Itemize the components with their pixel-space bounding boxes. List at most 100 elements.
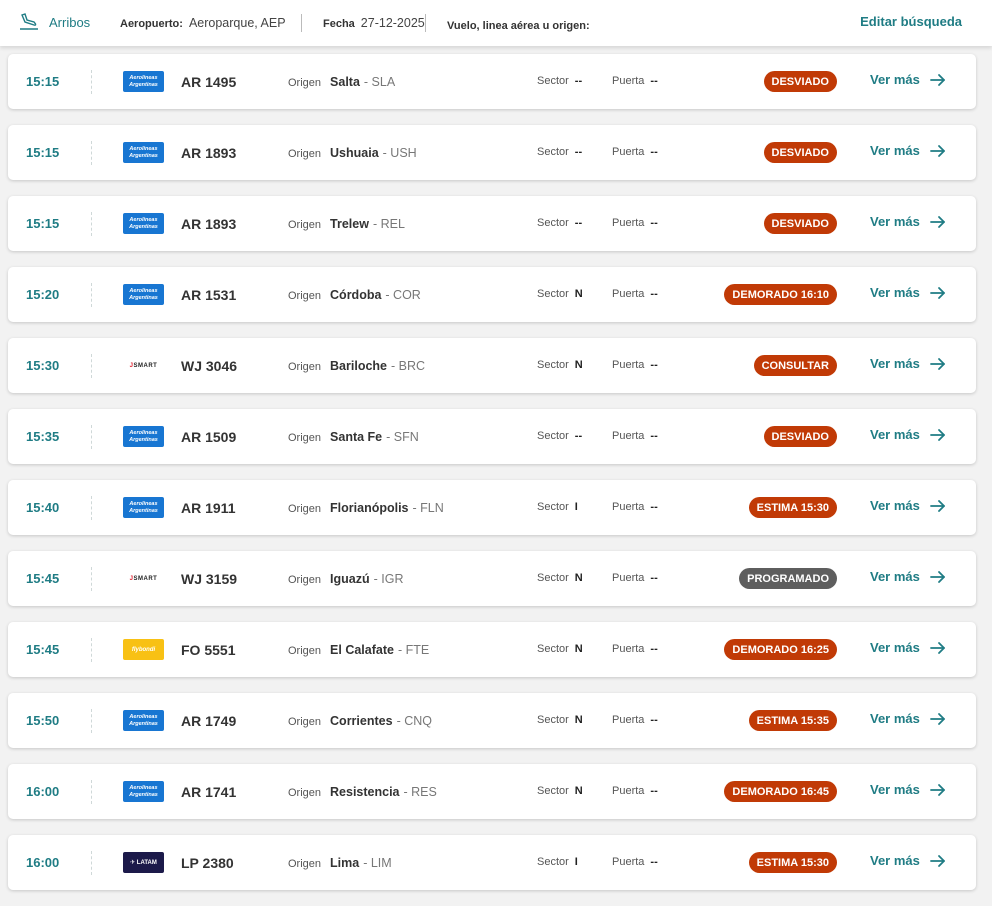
- gate-label: Puerta: [612, 430, 645, 442]
- origin-code: - BRC: [391, 359, 426, 373]
- airport-label: Aeropuerto:: [120, 18, 183, 30]
- see-more-link[interactable]: Ver más: [870, 853, 946, 868]
- see-more-link[interactable]: Ver más: [870, 640, 946, 655]
- flight-row[interactable]: 15:20 Aerolineas Argentinas AR 1531 Origen Có…: [8, 267, 976, 322]
- gate-value: --: [650, 146, 658, 158]
- sector-value: N: [574, 288, 583, 300]
- origin-label: Origen: [288, 219, 322, 231]
- origin-city: Iguazú: [330, 572, 370, 586]
- sector-label: Sector: [537, 785, 569, 797]
- gate: Puerta --: [612, 501, 658, 513]
- divider: [91, 851, 92, 875]
- flight-row[interactable]: 15:50 Aerolineas Argentinas AR 1749 Origen Co…: [8, 693, 976, 748]
- sector-label: Sector: [537, 288, 569, 300]
- see-more-link[interactable]: Ver más: [870, 569, 946, 584]
- origin-label: Origen: [288, 645, 322, 657]
- gate: Puerta --: [612, 785, 658, 797]
- see-more-label: Ver más: [870, 782, 920, 797]
- sector: Sector I: [537, 856, 578, 868]
- origin-code: - CNQ: [396, 714, 432, 728]
- status-badge: ESTIMA 15:30: [748, 852, 837, 873]
- see-more-link[interactable]: Ver más: [870, 214, 946, 229]
- flight-row[interactable]: 16:00 Aerolineas Argentinas AR 1741 Origen Re…: [8, 764, 976, 819]
- see-more-label: Ver más: [870, 356, 920, 371]
- gate: Puerta --: [612, 146, 658, 158]
- flight-row[interactable]: 16:00 ✈ LATAM LP 2380 Origen Lima - LIM Sector…: [8, 835, 976, 890]
- status-badge: DEMORADO 16:25: [724, 639, 837, 660]
- see-more-link[interactable]: Ver más: [870, 356, 946, 371]
- status-badge: ESTIMA 15:35: [748, 710, 837, 731]
- arrival-time: 15:35: [26, 429, 60, 444]
- date-filter: Fecha 27-12-2025: [323, 16, 425, 30]
- flight-number: AR 1531: [181, 287, 237, 303]
- gate-label: Puerta: [612, 643, 645, 655]
- flight-number: AR 1495: [181, 74, 237, 90]
- sector-value: N: [574, 572, 583, 584]
- origin-code: - FTE: [397, 643, 430, 657]
- divider: [91, 212, 92, 236]
- sector: Sector N: [537, 288, 583, 300]
- arrow-right-icon: [929, 570, 945, 583]
- origin: Origen Corrientes - CNQ: [288, 714, 432, 728]
- sector: Sector --: [537, 430, 582, 442]
- see-more-link[interactable]: Ver más: [870, 72, 946, 87]
- sector: Sector N: [537, 643, 583, 655]
- see-more-link[interactable]: Ver más: [870, 498, 946, 513]
- gate-value: --: [650, 714, 658, 726]
- see-more-link[interactable]: Ver más: [870, 782, 946, 797]
- arrow-right-icon: [929, 783, 945, 796]
- origin-code: - REL: [372, 217, 405, 231]
- flight-row[interactable]: 15:45 flybondi FO 5551 Origen El Calafate - F…: [8, 622, 976, 677]
- aerolineas-argentinas-logo: Aerolineas Argentinas: [123, 426, 164, 447]
- see-more-link[interactable]: Ver más: [870, 285, 946, 300]
- origin: Origen Lima - LIM: [288, 856, 392, 870]
- see-more-link[interactable]: Ver más: [870, 711, 946, 726]
- origin: Origen Iguazú - IGR: [288, 572, 403, 586]
- origin-code: - LIM: [363, 856, 392, 870]
- see-more-label: Ver más: [870, 214, 920, 229]
- sector-value: --: [574, 146, 583, 158]
- search-filter: Vuelo, linea aérea u origen:: [447, 16, 590, 34]
- flight-row[interactable]: 15:15 Aerolineas Argentinas AR 1893 Origen Us…: [8, 125, 976, 180]
- gate-label: Puerta: [612, 359, 645, 371]
- sector-value: --: [574, 217, 583, 229]
- origin-city: Ushuaia: [330, 146, 379, 160]
- gate-label: Puerta: [612, 856, 645, 868]
- aerolineas-argentinas-logo: Aerolineas Argentinas: [123, 781, 164, 802]
- status-badge: DESVIADO: [763, 213, 837, 234]
- flight-row[interactable]: 15:45 JSMART WJ 3159 Origen Iguazú - IGR Secto…: [8, 551, 976, 606]
- see-more-label: Ver más: [870, 498, 920, 513]
- jetsmart-logo: JSMART: [129, 575, 158, 582]
- origin-city: Bariloche: [330, 359, 387, 373]
- origin-label: Origen: [288, 290, 322, 302]
- flight-row[interactable]: 15:40 Aerolineas Argentinas AR 1911 Origen Fl…: [8, 480, 976, 535]
- origin: Origen Bariloche - BRC: [288, 359, 425, 373]
- origin-label: Origen: [288, 432, 322, 444]
- arrivals-label: Arribos: [49, 14, 91, 30]
- see-more-link[interactable]: Ver más: [870, 143, 946, 158]
- jetsmart-logo: JSMART: [129, 362, 158, 369]
- sector: Sector N: [537, 572, 583, 584]
- aerolineas-argentinas-logo: Aerolineas Argentinas: [123, 497, 164, 518]
- sector-label: Sector: [537, 217, 569, 229]
- divider: [91, 709, 92, 733]
- flight-row[interactable]: 15:35 Aerolineas Argentinas AR 1509 Origen Sa…: [8, 409, 976, 464]
- arrow-right-icon: [929, 215, 945, 228]
- edit-search-button[interactable]: Editar búsqueda: [860, 14, 962, 29]
- search-summary-bar: Arribos Aeropuerto: Aeroparque, AEP Fech…: [0, 0, 992, 46]
- arrivals-tab[interactable]: Arribos: [19, 13, 90, 31]
- see-more-label: Ver más: [870, 711, 920, 726]
- see-more-link[interactable]: Ver más: [870, 427, 946, 442]
- flight-row[interactable]: 15:15 Aerolineas Argentinas AR 1495 Origen Sa…: [8, 54, 976, 109]
- arrival-time: 16:00: [26, 784, 60, 799]
- flight-row[interactable]: 15:30 JSMART WJ 3046 Origen Bariloche - BRC Se…: [8, 338, 976, 393]
- flybondi-logo: flybondi: [123, 639, 164, 660]
- origin-city: Florianópolis: [330, 501, 409, 515]
- divider: [91, 780, 92, 804]
- flight-row[interactable]: 15:15 Aerolineas Argentinas AR 1893 Origen Tr…: [8, 196, 976, 251]
- see-more-label: Ver más: [870, 427, 920, 442]
- aerolineas-argentinas-logo: Aerolineas Argentinas: [123, 284, 164, 305]
- arrival-time: 15:45: [26, 571, 60, 586]
- gate: Puerta --: [612, 75, 658, 87]
- date-label: Fecha: [323, 18, 355, 30]
